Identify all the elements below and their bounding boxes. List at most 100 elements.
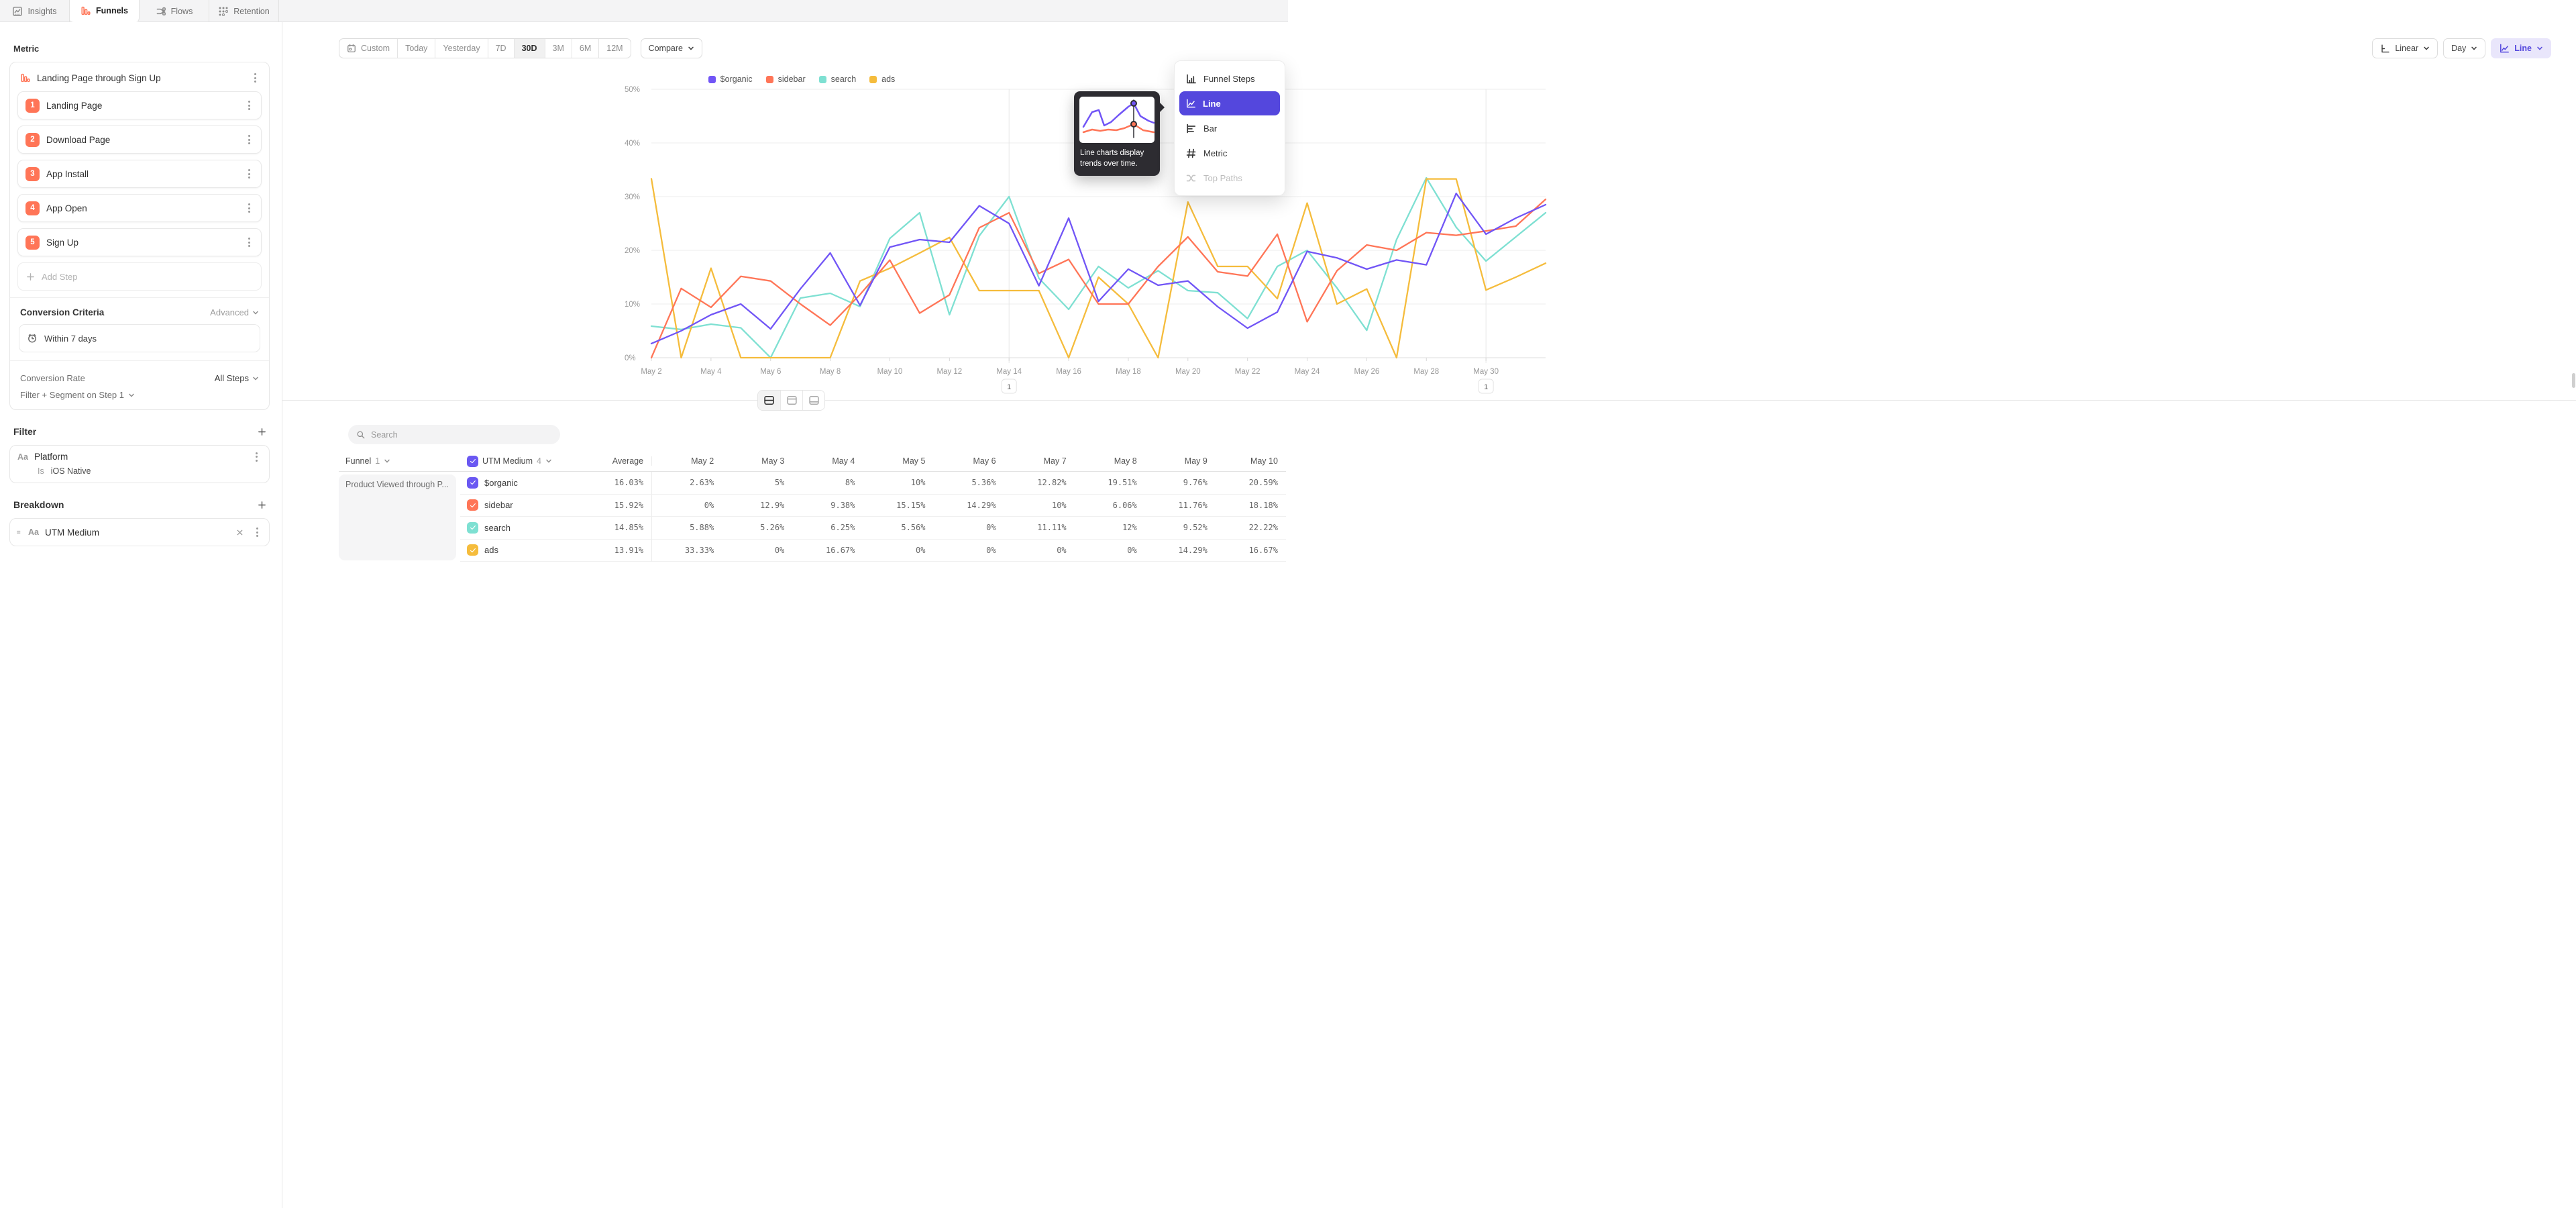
filter-kebab-menu[interactable] xyxy=(251,452,262,462)
column-header-label: May 3 xyxy=(761,456,784,466)
funnel-step-sign-up[interactable]: 5Sign Up xyxy=(17,228,262,256)
conversion-rate-dropdown[interactable]: All Steps xyxy=(215,373,259,383)
drag-handle-icon[interactable] xyxy=(15,529,22,536)
menu-item-funnel-steps[interactable]: Funnel Steps xyxy=(1179,66,1280,91)
range-label: 3M xyxy=(553,44,564,53)
table-cell: 18.18% xyxy=(1216,495,1286,517)
funnel-kebab-menu[interactable] xyxy=(250,73,260,83)
table-cell: 10% xyxy=(863,472,933,495)
row-checkbox[interactable] xyxy=(467,522,478,534)
chart-type-dropdown[interactable]: Line xyxy=(2491,38,2551,58)
funnel-step-app-open[interactable]: 4App Open xyxy=(17,194,262,222)
range-12m[interactable]: 12M xyxy=(598,39,630,58)
range-7d[interactable]: 7D xyxy=(488,39,514,58)
legend-swatch xyxy=(766,76,773,83)
select-all-checkbox[interactable] xyxy=(467,456,478,467)
funnel-step-landing-page[interactable]: 1Landing Page xyxy=(17,91,262,119)
chevron-down-icon xyxy=(2536,45,2543,52)
tab-funnels[interactable]: Funnels xyxy=(70,0,140,22)
table-cell: 14.29% xyxy=(933,495,1004,517)
add-step-button[interactable]: Add Step xyxy=(17,262,262,291)
filter-operator[interactable]: Is xyxy=(38,466,44,476)
annotation-badge-label: 1 xyxy=(1007,383,1011,391)
row-checkbox[interactable] xyxy=(467,544,478,556)
tab-flows[interactable]: Flows xyxy=(140,0,209,22)
y-axis-tick-label: 10% xyxy=(625,301,640,309)
range-30d[interactable]: 30D xyxy=(514,39,545,58)
legend-item-sidebar[interactable]: sidebar xyxy=(766,74,806,84)
series-name: sidebar xyxy=(484,500,513,510)
column-header-label: May 9 xyxy=(1185,456,1208,466)
range-today[interactable]: Today xyxy=(397,39,435,58)
chevron-down-icon xyxy=(252,375,259,382)
step-kebab-menu[interactable] xyxy=(244,169,254,179)
range-3m[interactable]: 3M xyxy=(545,39,572,58)
compare-button[interactable]: Compare xyxy=(641,38,702,58)
legend-item-ads[interactable]: ads xyxy=(869,74,895,84)
menu-item-label: Bar xyxy=(1203,123,1217,134)
close-icon[interactable] xyxy=(235,528,244,537)
funnel-step-app-install[interactable]: 3App Install xyxy=(17,160,262,188)
table-cell: 5.88% xyxy=(651,517,722,540)
column-header-may-7: May 7 xyxy=(1004,456,1075,466)
table-cell: 13.91% xyxy=(581,540,651,562)
range-custom[interactable]: Custom xyxy=(339,39,397,58)
step-kebab-menu[interactable] xyxy=(244,101,254,110)
tooltip-mini-chart xyxy=(1079,97,1155,143)
conversion-rate-label: Conversion Rate xyxy=(20,373,215,383)
cell-value: 9.76% xyxy=(1183,478,1208,487)
funnel-column-header[interactable]: Funnel1 xyxy=(339,456,460,466)
legend-item-organic[interactable]: $organic xyxy=(708,74,753,84)
plus-icon[interactable] xyxy=(257,427,267,437)
tab-retention[interactable]: Retention xyxy=(209,0,279,22)
scale-dropdown[interactable]: Linear xyxy=(2372,38,2438,58)
layout-bottom-toggle[interactable] xyxy=(802,391,824,410)
filter-value[interactable]: iOS Native xyxy=(51,466,91,476)
top-tab-bar: InsightsFunnelsFlowsRetention xyxy=(0,0,1288,22)
plus-icon[interactable] xyxy=(257,500,267,510)
filter-segment-dropdown[interactable]: Filter + Segment on Step 1 xyxy=(17,386,262,407)
step-kebab-menu[interactable] xyxy=(244,203,254,213)
step-number-badge: 4 xyxy=(25,201,40,215)
cell-value: 14.85% xyxy=(614,523,643,532)
range-yesterday[interactable]: Yesterday xyxy=(435,39,487,58)
metric-section-title: Metric xyxy=(13,44,270,54)
tab-insights[interactable]: Insights xyxy=(0,0,70,22)
layout-top-toggle[interactable] xyxy=(780,391,802,410)
table-cell: 0% xyxy=(933,540,1004,562)
column-header-may-10: May 10 xyxy=(1216,456,1286,466)
cell-value: 0% xyxy=(916,546,925,555)
chevron-down-icon xyxy=(2423,45,2430,52)
step-kebab-menu[interactable] xyxy=(244,135,254,144)
table-cell: 0% xyxy=(1004,540,1075,562)
menu-item-bar[interactable]: Bar xyxy=(1179,116,1280,140)
advanced-dropdown[interactable]: Advanced xyxy=(210,307,259,317)
breakdown-kebab-menu[interactable] xyxy=(252,527,262,537)
search-input[interactable] xyxy=(371,430,552,440)
scrollbar-thumb[interactable] xyxy=(2572,373,2575,388)
funnel-step-download-page[interactable]: 2 Download Page xyxy=(17,125,262,154)
funnel-metric-icon xyxy=(20,72,31,83)
step-label: Download Page xyxy=(46,135,237,145)
top-paths-icon xyxy=(1185,172,1197,184)
filter-item-platform[interactable]: Aa Platform Is iOS Native xyxy=(9,445,270,483)
interval-label: Day xyxy=(2451,44,2466,53)
conversion-window[interactable]: Within 7 days xyxy=(19,324,260,352)
row-checkbox[interactable] xyxy=(467,477,478,489)
breakdown-item-utm-medium[interactable]: Aa UTM Medium xyxy=(9,518,270,546)
cell-value: 0% xyxy=(1127,546,1136,555)
chevron-down-icon xyxy=(128,392,135,399)
interval-dropdown[interactable]: Day xyxy=(2443,38,2485,58)
legend-item-search[interactable]: search xyxy=(819,74,857,84)
step-number-badge: 2 xyxy=(25,133,40,147)
chevron-down-icon xyxy=(545,458,552,464)
breakdown-column-header[interactable]: UTM Medium4 xyxy=(460,456,581,467)
layout-split-toggle[interactable] xyxy=(758,391,780,410)
step-kebab-menu[interactable] xyxy=(244,238,254,247)
range-6m[interactable]: 6M xyxy=(572,39,598,58)
menu-item-metric[interactable]: Metric xyxy=(1179,141,1280,165)
menu-item-line[interactable]: Line xyxy=(1179,91,1280,115)
row-checkbox[interactable] xyxy=(467,499,478,511)
metric-hash-icon xyxy=(1185,148,1197,159)
table-search xyxy=(348,425,560,444)
